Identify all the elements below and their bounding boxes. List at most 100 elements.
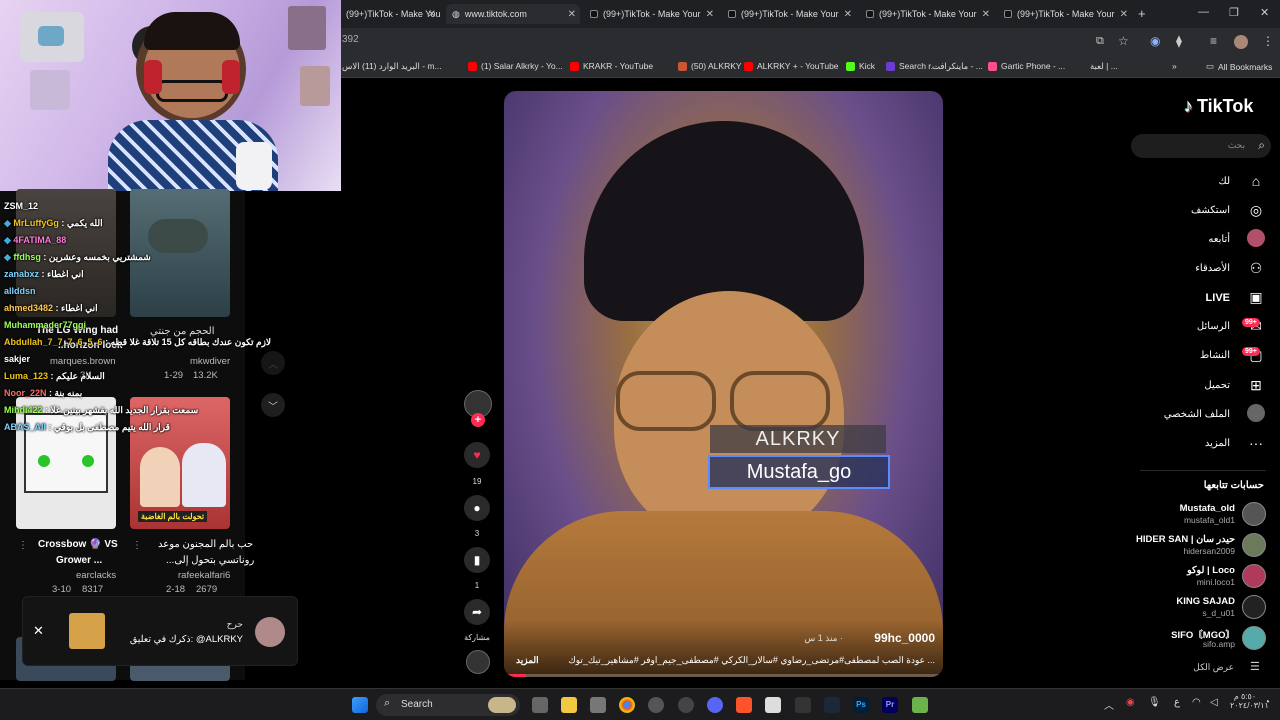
close-icon[interactable]: ✕ (844, 9, 852, 20)
bookmark-item[interactable]: Kick (846, 61, 875, 71)
scroll-up-button[interactable]: ︿ (261, 351, 285, 375)
browser-tab-active[interactable]: ◍ www.tiktok.com ✕ (446, 4, 580, 24)
upload-icon[interactable]: ⊞ (1246, 375, 1266, 395)
more-options-icon[interactable]: ⋮ (132, 540, 142, 551)
new-tab-icon[interactable]: + (1138, 6, 1146, 21)
media-icon[interactable]: ≡ (1210, 34, 1217, 48)
nav-messages[interactable]: الرسائل (1197, 321, 1230, 332)
notification-bell-icon[interactable]: ◔ (1264, 697, 1270, 708)
video-thumbnail[interactable] (16, 397, 116, 529)
close-icon[interactable]: ✕ (428, 9, 436, 20)
obs-icon[interactable] (678, 697, 694, 713)
close-icon[interactable]: ✕ (1120, 9, 1128, 20)
chrome-icon[interactable] (619, 697, 635, 713)
browser-tab[interactable]: (99+)TikTok - Make Your ✕ (584, 4, 718, 24)
bookmark-item[interactable]: Search r... (886, 61, 938, 71)
explore-icon[interactable]: ◎ (1246, 200, 1266, 220)
taskbar-search[interactable]: ⌕ Search (376, 694, 520, 716)
see-more-link[interactable]: المزيد (516, 655, 539, 666)
puzzle-icon[interactable]: ⧫ (1176, 34, 1182, 48)
nav-for-you[interactable]: لك (1219, 176, 1230, 187)
close-window-icon[interactable]: ✕ (1260, 6, 1269, 19)
nav-following[interactable]: أتابعه (1208, 234, 1230, 245)
brave-icon[interactable] (736, 697, 752, 713)
task-view-icon[interactable] (532, 697, 548, 713)
video-progress-track[interactable] (504, 674, 943, 677)
steam-icon[interactable] (824, 697, 840, 713)
extension-icon[interactable]: ◉ (1150, 34, 1160, 48)
windows-start-icon[interactable] (352, 697, 368, 713)
tiktok-logo[interactable]: ♪ TikTok (1184, 96, 1253, 117)
like-button[interactable]: ♥ (464, 442, 490, 468)
bookmark-item[interactable]: KRAKR - YouTube (570, 61, 653, 71)
tray-chevron-icon[interactable]: ︿ (1104, 697, 1114, 712)
video-author[interactable]: 99hc_0000 (874, 631, 935, 645)
profile-avatar[interactable] (1234, 35, 1248, 49)
comment-button[interactable]: ● (464, 495, 490, 521)
nav-friends[interactable]: الأصدقاء (1195, 263, 1230, 274)
following-icon[interactable] (1247, 229, 1265, 247)
live-icon[interactable]: ▣ (1246, 287, 1266, 307)
browser-tab[interactable]: (99+)TikTok - Make Your ✕ (340, 4, 440, 24)
close-icon[interactable]: ✕ (706, 9, 714, 20)
bookmark-item[interactable]: لعبة | ... (1090, 61, 1118, 72)
tray-app-icon[interactable]: ◉ (1126, 697, 1135, 708)
home-icon[interactable]: ⌂ (1246, 171, 1266, 191)
share-button[interactable]: ➦ (464, 599, 490, 625)
discord-icon[interactable] (707, 697, 723, 713)
wifi-icon[interactable]: ◠ (1192, 697, 1201, 708)
video-author[interactable]: marques.brown (50, 356, 115, 367)
nav-live[interactable]: LIVE (1206, 292, 1230, 304)
video-title[interactable]: حب بالم المجنون موعد (158, 539, 253, 550)
close-icon[interactable]: ✕ (568, 9, 576, 20)
premiere-icon[interactable]: Pr (882, 697, 898, 713)
language-indicator[interactable]: ع (1174, 697, 1180, 708)
nav-upload[interactable]: تحميل (1204, 380, 1230, 391)
restore-icon[interactable]: ❐ (1229, 6, 1239, 19)
bookmark-item[interactable]: ALKRKY + - YouTube (744, 61, 839, 71)
bookmark-item[interactable]: (50) ALKRKY (678, 61, 742, 71)
video-thumbnail[interactable]: تحولت بالم الغاضبة (130, 397, 230, 529)
minecraft-icon[interactable] (912, 697, 928, 713)
search-icon[interactable]: ⌕ (1258, 138, 1265, 153)
install-icon[interactable]: ⧉ (1096, 35, 1104, 48)
nav-activity[interactable]: النشاط (1200, 350, 1230, 361)
nav-explore[interactable]: استكشف (1191, 205, 1230, 216)
bookmark-item[interactable]: Gartic Phone - ... (988, 61, 1065, 71)
browser-tab[interactable]: (99+)TikTok - Make Your ✕ (998, 4, 1132, 24)
microphone-icon[interactable]: 🎙 (1148, 697, 1161, 708)
file-explorer-icon[interactable] (561, 697, 577, 713)
video-author[interactable]: rafeekalfari6 (178, 570, 230, 581)
sound-disc-icon[interactable] (466, 650, 490, 674)
video-author[interactable]: earclacks (76, 570, 116, 581)
close-icon[interactable]: ✕ (982, 9, 990, 20)
capcut-icon[interactable] (795, 697, 811, 713)
more-icon[interactable]: ··· (1246, 433, 1266, 453)
more-options-icon[interactable]: ⋮ (18, 540, 28, 551)
volume-icon[interactable]: ◁ (1210, 697, 1218, 708)
follow-plus-icon[interactable]: + (471, 413, 485, 427)
see-all-link[interactable]: عرض الكل (1193, 662, 1234, 673)
video-player[interactable]: ALKRKY Mustafa_go 99hc_0000 منذ 1 س · عو… (504, 91, 943, 677)
bookmark-item[interactable]: الاس (342, 61, 360, 72)
profile-icon[interactable] (1247, 404, 1265, 422)
close-icon[interactable]: ✕ (33, 623, 44, 639)
video-author[interactable]: mkwdiver (190, 356, 230, 367)
notification-toast[interactable]: ✕ حرح ذكرك في تعليق: @ALKRKY (22, 596, 298, 666)
minimize-icon[interactable]: — (1198, 6, 1209, 18)
browser-tab[interactable]: (99+)TikTok - Make Your ✕ (860, 4, 994, 24)
app-icon[interactable] (648, 697, 664, 713)
friends-icon[interactable]: ⚇ (1246, 258, 1266, 278)
menu-icon[interactable]: ⋮ (1262, 34, 1274, 48)
bookmark-item[interactable]: البريد الوارد (11) - m... (362, 61, 442, 72)
scroll-down-button[interactable]: ﹀ (261, 393, 285, 417)
bookmark-item[interactable]: ماينكرافت - ... (932, 61, 983, 72)
url-field[interactable]: 392 (342, 34, 359, 45)
video-title[interactable]: الحجم من جنتي (150, 326, 214, 337)
video-title[interactable]: Crossbow 🔮 VS (38, 539, 118, 550)
bookmark-item[interactable]: (1) Salar Alkrky - Yo... (468, 61, 563, 71)
nav-profile[interactable]: الملف الشخصي (1164, 409, 1230, 420)
clock[interactable]: ٥:٥٠ م ٢٠٢٤/٠٣/١١ (1230, 692, 1269, 710)
star-icon[interactable]: ☆ (1118, 34, 1129, 48)
save-button[interactable]: ▮ (464, 547, 490, 573)
